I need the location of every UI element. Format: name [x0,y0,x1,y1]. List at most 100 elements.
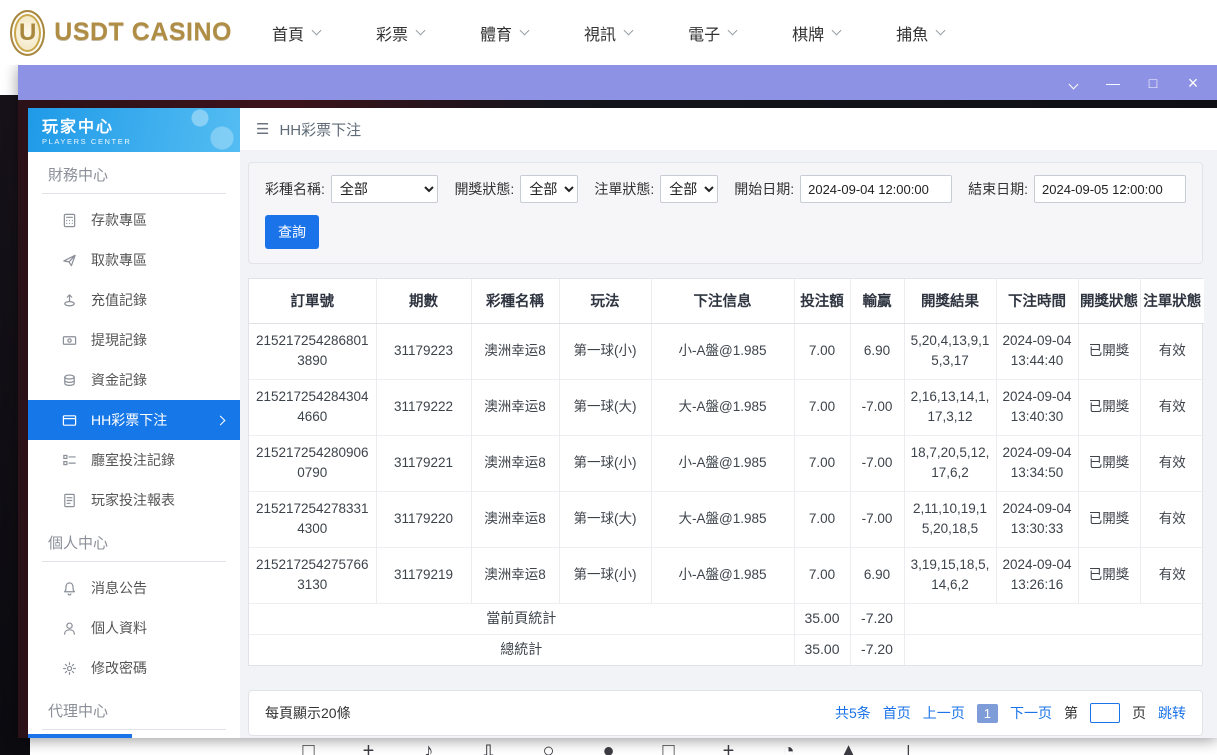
sidebar-item-change-password[interactable]: 修改密碼 [28,648,240,688]
column-header-period: 期數 [376,279,471,323]
sidebar-item-funds-record[interactable]: 資金記錄 [28,360,240,400]
cell-order-no: 2152172542843044660 [249,379,376,435]
player-center-window: — □ × 玩家中心 PLAYERS CENTER 財務中心 存款專區 [18,65,1217,738]
cell-draw-status: 已開獎 [1078,491,1140,547]
nav-item-sports[interactable]: 體育 [480,21,528,45]
sidebar-item-label: 資金記錄 [91,370,147,390]
draw-status-select[interactable]: 全部 [520,175,578,203]
sidebar-item-deposit-zone[interactable]: 存款專區 [28,200,240,240]
start-date-input[interactable] [800,175,952,203]
cell-play: 第一球(小) [559,547,651,603]
cell-order-no: 2152172542783314300 [249,491,376,547]
section-personal-center: 個人中心 [42,526,226,562]
page-size-label: 每頁顯示20條 [265,703,351,723]
footer-icon: ◔ [777,740,801,755]
order-status-label: 注單狀態: [594,179,654,199]
chevron-down-icon [416,26,426,36]
sidebar-item-player-bet-report[interactable]: 玩家投注報表 [28,480,240,520]
cell-period: 31179221 [376,435,471,491]
sidebar-item-label: 取款專區 [91,250,147,270]
cell-order-status: 有效 [1140,379,1204,435]
nav-item-video[interactable]: 視訊 [584,21,632,45]
table-row: 2152172542843044660 31179222 澳洲幸运8 第一球(大… [249,379,1204,435]
sidebar-item-profile[interactable]: 個人資料 [28,608,240,648]
cell-winloss: -7.00 [850,435,904,491]
next-page-link[interactable]: 下一页 [1010,703,1052,723]
sidebar-item-announcements[interactable]: 消息公告 [28,568,240,608]
report-icon [62,493,77,508]
lottery-select[interactable]: 全部 [331,175,439,203]
footer-icon: ⇩ [477,740,501,755]
end-date-input[interactable] [1034,175,1186,203]
user-icon [62,621,77,636]
cell-play: 第一球(大) [559,491,651,547]
sidebar: 玩家中心 PLAYERS CENTER 財務中心 存款專區 取款專區 [28,108,240,738]
page-summary-row: 當前頁統計 35.00 -7.20 [249,603,1204,634]
page-footer-icons: □ + ♪ ⇩ ○ ● □ + ◔ ▲ ⊥ [0,740,1217,755]
window-maximize-button[interactable]: □ [1145,76,1161,90]
jump-page-input[interactable] [1090,703,1120,723]
menu-icon[interactable]: ☰ [256,120,269,138]
bets-table-card: 訂單號 期數 彩種名稱 玩法 下注信息 投注額 輸贏 開獎結果 下注時間 開獎狀… [248,278,1203,666]
cell-bet-info: 小-A盤@1.985 [651,435,794,491]
cell-bet-info: 小-A盤@1.985 [651,547,794,603]
nav-item-home[interactable]: 首頁 [272,21,320,45]
cell-bet-amount: 7.00 [794,491,850,547]
cell-bet-info: 大-A盤@1.985 [651,491,794,547]
sidebar-item-recharge-record[interactable]: 充值記錄 [28,280,240,320]
sidebar-item-hall-bet-record[interactable]: 廳室投注記錄 [28,440,240,480]
cell-order-no: 2152172542809060790 [249,435,376,491]
jump-label-pre: 第 [1064,703,1078,723]
cell-period: 31179219 [376,547,471,603]
page-summary-empty [904,603,1204,634]
nav-item-lottery[interactable]: 彩票 [376,21,424,45]
window-close-button[interactable]: × [1185,74,1201,92]
main-content: ☰ HH彩票下注 彩種名稱: 全部 開獎狀態: 全部 注單狀態: [240,108,1217,738]
cell-draw-status: 已開獎 [1078,379,1140,435]
window-titlebar: — □ × [18,65,1217,100]
cell-lottery: 澳洲幸运8 [471,547,559,603]
start-date-label: 開始日期: [734,179,794,199]
order-status-select[interactable]: 全部 [660,175,718,203]
page-summary-bet-total: 35.00 [794,603,850,634]
cell-lottery: 澳洲幸运8 [471,491,559,547]
nav-item-cards[interactable]: 棋牌 [792,21,840,45]
cell-bet-time: 2024-09-04 13:30:33 [996,491,1078,547]
current-page[interactable]: 1 [977,704,998,723]
cell-bet-time: 2024-09-04 13:34:50 [996,435,1078,491]
coins-icon [62,373,77,388]
sidebar-item-label: 廳室投注記錄 [91,450,175,470]
section-finance-center: 財務中心 [42,158,226,194]
sidebar-item-label: 充值記錄 [91,290,147,310]
column-header-winloss: 輸贏 [850,279,904,323]
nav-item-fishing[interactable]: 捕魚 [896,21,944,45]
jump-link[interactable]: 跳转 [1158,703,1186,723]
site-logo[interactable]: U USDT CASINO [10,10,232,56]
window-minimize-button[interactable]: — [1105,76,1121,90]
search-button[interactable]: 查詢 [265,215,319,249]
cell-play: 第一球(小) [559,435,651,491]
cell-bet-time: 2024-09-04 13:44:40 [996,323,1078,379]
prev-page-link[interactable]: 上一页 [923,703,965,723]
sidebar-item-label: 提現記錄 [91,330,147,350]
sidebar-item-label: HH彩票下注 [91,410,167,430]
section-agent-center: 代理中心 [42,694,226,730]
column-header-order-no: 訂單號 [249,279,376,323]
content-header: ☰ HH彩票下注 [240,108,1217,150]
grand-summary-label: 總統計 [249,634,794,665]
sidebar-item-withdraw-record[interactable]: 提現記錄 [28,320,240,360]
first-page-link[interactable]: 首页 [883,703,911,723]
cell-winloss: -7.00 [850,379,904,435]
cell-bet-amount: 7.00 [794,435,850,491]
sidebar-item-withdraw-zone[interactable]: 取款專區 [28,240,240,280]
bets-table: 訂單號 期數 彩種名稱 玩法 下注信息 投注額 輸贏 開獎結果 下注時間 開獎狀… [249,279,1204,665]
sidebar-item-hh-lottery-bets[interactable]: HH彩票下注 [28,400,240,440]
column-header-draw-status: 開獎狀態 [1078,279,1140,323]
cell-lottery: 澳洲幸运8 [471,435,559,491]
recharge-icon [62,293,77,308]
window-chevron-button[interactable] [1065,76,1081,90]
cell-bet-amount: 7.00 [794,379,850,435]
cell-play: 第一球(大) [559,379,651,435]
cell-draw-result: 3,19,15,18,5,14,6,2 [904,547,996,603]
nav-item-slots[interactable]: 電子 [688,21,736,45]
